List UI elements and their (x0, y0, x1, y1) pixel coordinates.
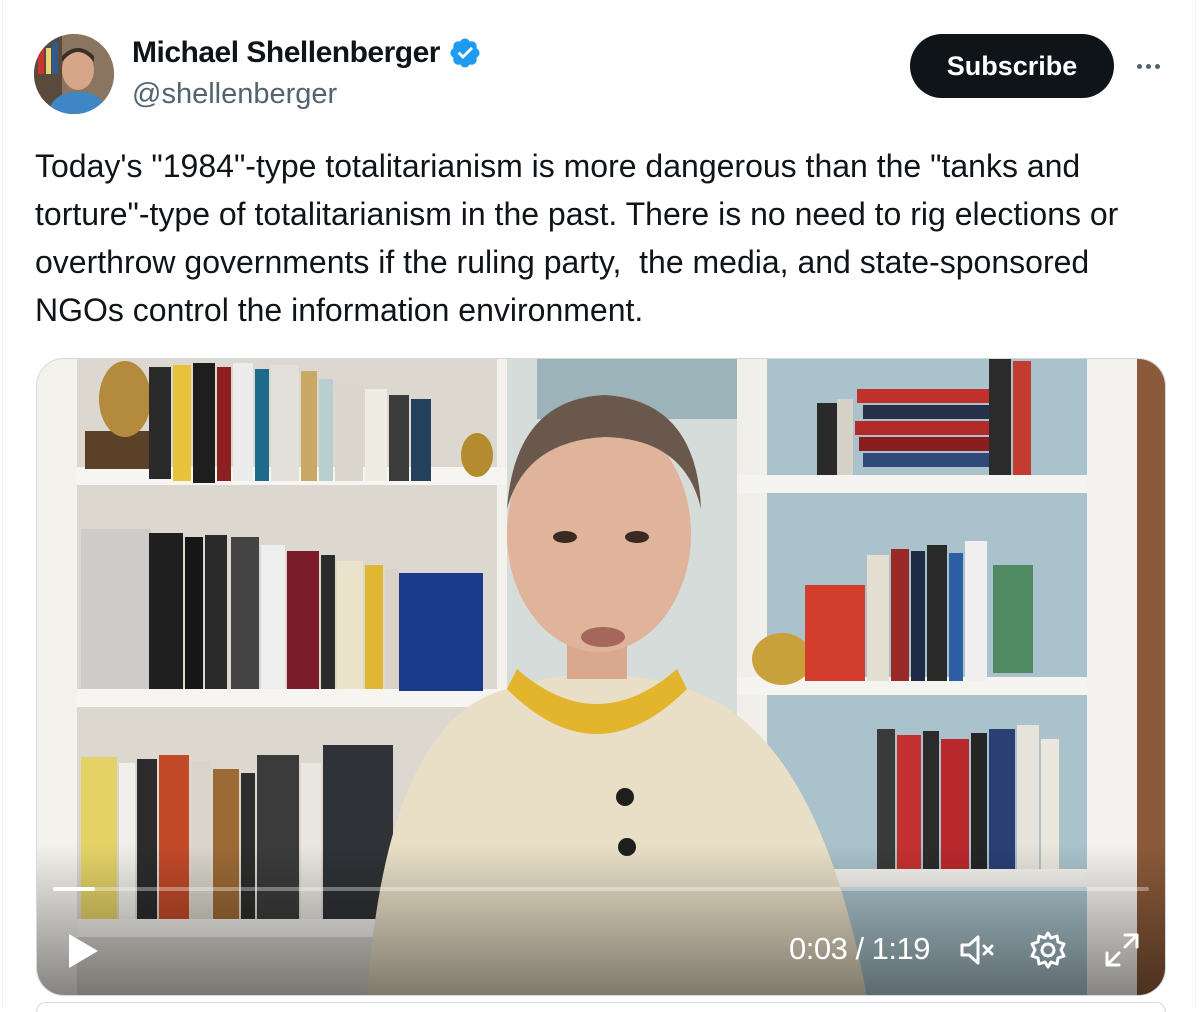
avatar[interactable] (34, 34, 114, 114)
more-dots-icon[interactable] (1130, 48, 1166, 84)
dot (1145, 63, 1151, 69)
controls-scrim (37, 845, 1165, 995)
author-handle[interactable]: @shellenberger (132, 78, 337, 111)
next-card-edge (36, 1002, 1166, 1012)
video-progress-fill (53, 887, 95, 891)
verified-badge-icon (450, 38, 480, 68)
video-time: 0:03 / 1:19 (789, 931, 931, 966)
video-progress-bar[interactable] (53, 887, 1149, 891)
play-icon[interactable] (65, 931, 101, 971)
subscribe-button[interactable]: Subscribe (910, 34, 1114, 98)
fullscreen-icon[interactable] (1101, 929, 1143, 971)
gear-icon[interactable] (1027, 929, 1069, 971)
video-player[interactable]: 0:03 / 1:19 (36, 358, 1166, 996)
dot (1154, 63, 1160, 69)
author-name[interactable]: Michael Shellenberger (132, 36, 440, 70)
tweet-text: Today's "1984"-type totalitarianism is m… (35, 148, 1128, 328)
volume-muted-icon[interactable] (957, 929, 999, 971)
dot (1136, 63, 1142, 69)
